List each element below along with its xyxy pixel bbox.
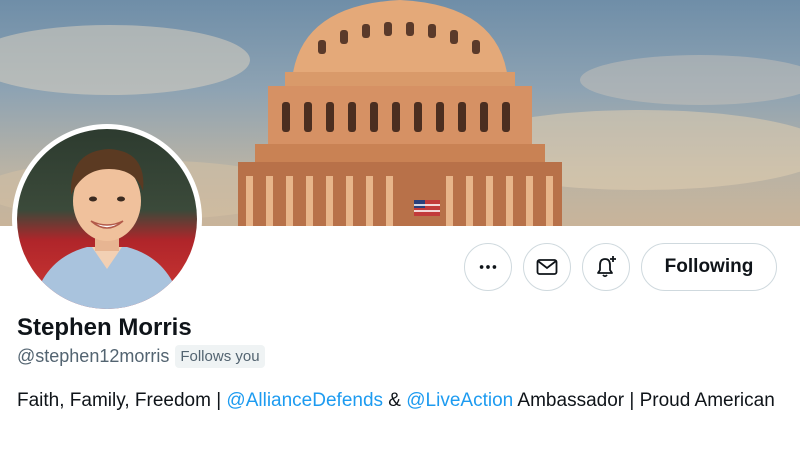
user-handle: @stephen12morris — [17, 346, 170, 366]
avatar[interactable] — [12, 124, 202, 314]
mention-link-liveaction[interactable]: @LiveAction — [406, 390, 513, 411]
mention-link-alliancedefends[interactable]: @AllianceDefends — [226, 390, 383, 411]
notifications-button[interactable] — [582, 243, 630, 291]
follows-you-badge: Follows you — [175, 345, 265, 368]
bio-text: & — [383, 390, 407, 411]
more-horizontal-icon — [479, 265, 497, 269]
handle-row: @stephen12morris Follows you — [17, 345, 265, 368]
display-name: Stephen Morris — [17, 314, 192, 341]
bio-text: Ambassador | Proud American — [513, 390, 775, 411]
envelope-icon — [536, 259, 558, 275]
bell-plus-icon — [597, 256, 616, 278]
following-button[interactable]: Following — [641, 243, 777, 291]
avatar-photo — [17, 129, 197, 309]
more-button[interactable] — [464, 243, 512, 291]
bio-text: Faith, Family, Freedom | — [17, 390, 227, 411]
message-button[interactable] — [523, 243, 571, 291]
profile-bio: Faith, Family, Freedom | @AllianceDefend… — [17, 388, 777, 414]
